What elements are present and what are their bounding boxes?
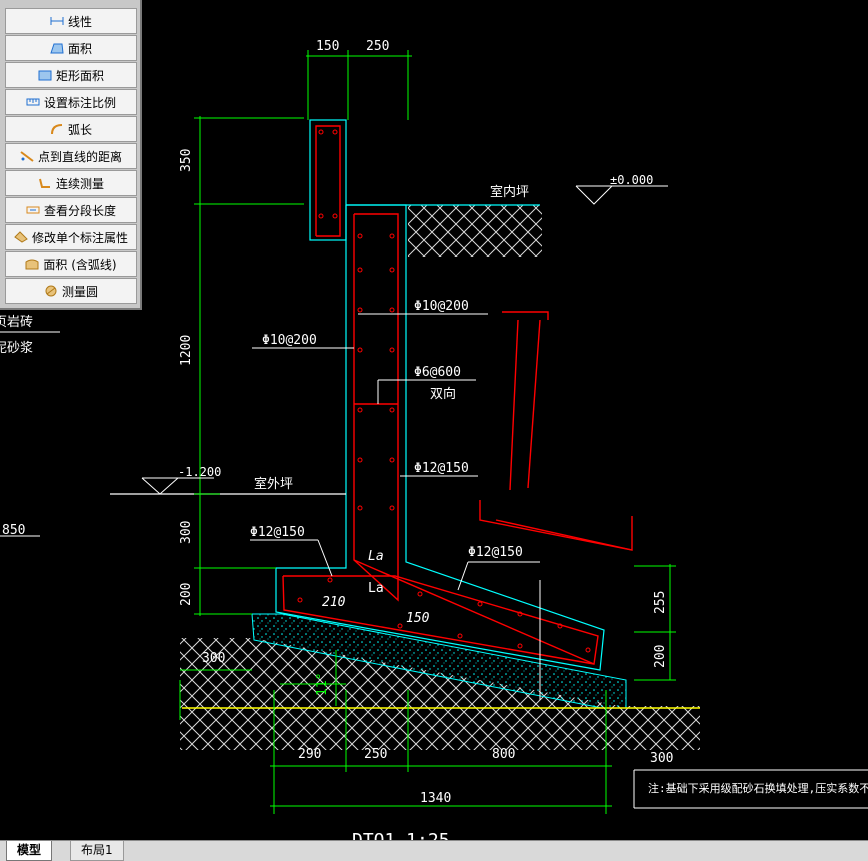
tool-rect-area[interactable]: 矩形面积: [5, 62, 137, 88]
tool-arc-length[interactable]: 弧长: [5, 116, 137, 142]
tool-point-line-distance-label: 点到直线的距离: [37, 149, 122, 164]
tool-point-line-distance[interactable]: 点到直线的距离: [5, 143, 137, 169]
circle-measure-icon: [44, 285, 58, 297]
tool-arc-area[interactable]: 面积 (含弧线): [5, 251, 137, 277]
tool-linear[interactable]: 线性: [5, 8, 137, 34]
outdoor-floor-label: 室外坪: [254, 476, 293, 492]
tool-circle-measure[interactable]: 测量圆: [5, 278, 137, 304]
tool-segment-length[interactable]: 查看分段长度: [5, 197, 137, 223]
tool-set-scale[interactable]: 设置标注比例: [5, 89, 137, 115]
level-outdoor: -1.200: [178, 465, 221, 479]
left-text-3: 850: [2, 523, 25, 538]
dim-300-left: 300: [179, 521, 194, 544]
dim-350: 350: [179, 149, 194, 172]
tool-circle-measure-label: 测量圆: [61, 284, 98, 299]
left-text-2: 泥砂浆: [0, 341, 33, 356]
tool-continuous-measure-label: 连续测量: [55, 176, 104, 191]
dim-1200: 1200: [179, 335, 194, 366]
tool-arc-length-label: 弧长: [67, 122, 92, 137]
indoor-floor-label: 室内坪: [490, 184, 529, 200]
dim-255: 255: [653, 591, 668, 614]
dim-top-150: 150: [316, 39, 339, 54]
tool-edit-dim-label: 修改单个标注属性: [31, 230, 128, 245]
measure-tool-panel: 线性 面积 矩形面积 设置标注比例 弧长 点到直线的距离 连续测量 查看分段长度: [0, 0, 142, 310]
dim-250: 250: [364, 747, 387, 762]
dim-300-bottom-left: 300: [202, 651, 225, 666]
dim-210: 210: [322, 595, 346, 610]
tool-rect-area-label: 矩形面积: [55, 68, 104, 83]
dim-290: 290: [298, 747, 321, 762]
rect-area-icon: [38, 69, 52, 81]
dim-200-right: 200: [653, 645, 668, 668]
rebar-label-b: Φ10@200: [414, 299, 469, 314]
la-label-2: La: [368, 581, 384, 596]
tab-model[interactable]: 模型: [6, 841, 53, 861]
angle-label: 11°: [315, 673, 330, 696]
tool-edit-dim[interactable]: 修改单个标注属性: [5, 224, 137, 250]
drawing-title: DTQ1 1:25: [352, 830, 450, 840]
arc-length-icon: [50, 123, 64, 135]
dim-top-250: 250: [366, 39, 389, 54]
point-line-distance-icon: [20, 150, 34, 162]
segment-length-icon: [26, 204, 40, 216]
la-label-1: La: [368, 549, 384, 564]
tool-area-label: 面积: [67, 41, 92, 56]
dim-1340: 1340: [420, 791, 451, 806]
dim-300-bottom-right: 300: [650, 751, 673, 766]
tool-continuous-measure[interactable]: 连续测量: [5, 170, 137, 196]
edit-dim-icon: [14, 231, 28, 243]
continuous-measure-icon: [38, 177, 52, 189]
tool-area[interactable]: 面积: [5, 35, 137, 61]
rebar-label-c-note: 双向: [430, 386, 456, 402]
layout-tab-bar: 模型 布局1: [0, 840, 868, 861]
tool-set-scale-label: 设置标注比例: [43, 95, 116, 110]
left-text-1: 页岩砖: [0, 315, 33, 330]
indoor-soil-hatch: [408, 205, 542, 257]
tab-layout1[interactable]: 布局1: [70, 841, 124, 861]
rebar-label-c: Φ6@600: [414, 365, 461, 380]
area-icon: [50, 42, 64, 54]
rebar-label-f: Φ12@150: [468, 545, 523, 560]
rebar-label-d: Φ12@150: [414, 461, 469, 476]
rebar-label-a: Φ10@200: [262, 333, 317, 348]
tool-arc-area-label: 面积 (含弧线): [43, 257, 117, 272]
level-indoor: ±0.000: [610, 173, 653, 187]
tool-linear-label: 线性: [67, 14, 92, 29]
tool-segment-length-label: 查看分段长度: [43, 203, 116, 218]
linear-dimension-icon: [50, 15, 64, 27]
dim-800: 800: [492, 747, 515, 762]
scale-icon: [26, 96, 40, 108]
arc-area-icon: [25, 258, 39, 270]
dim-150-slab: 150: [406, 611, 430, 626]
foundation-note: 注:基础下采用级配砂石换填处理,压实系数不小于 0.95,承: [648, 781, 868, 795]
dim-200-left: 200: [179, 583, 194, 606]
rebar-label-e: Φ12@150: [250, 525, 305, 540]
